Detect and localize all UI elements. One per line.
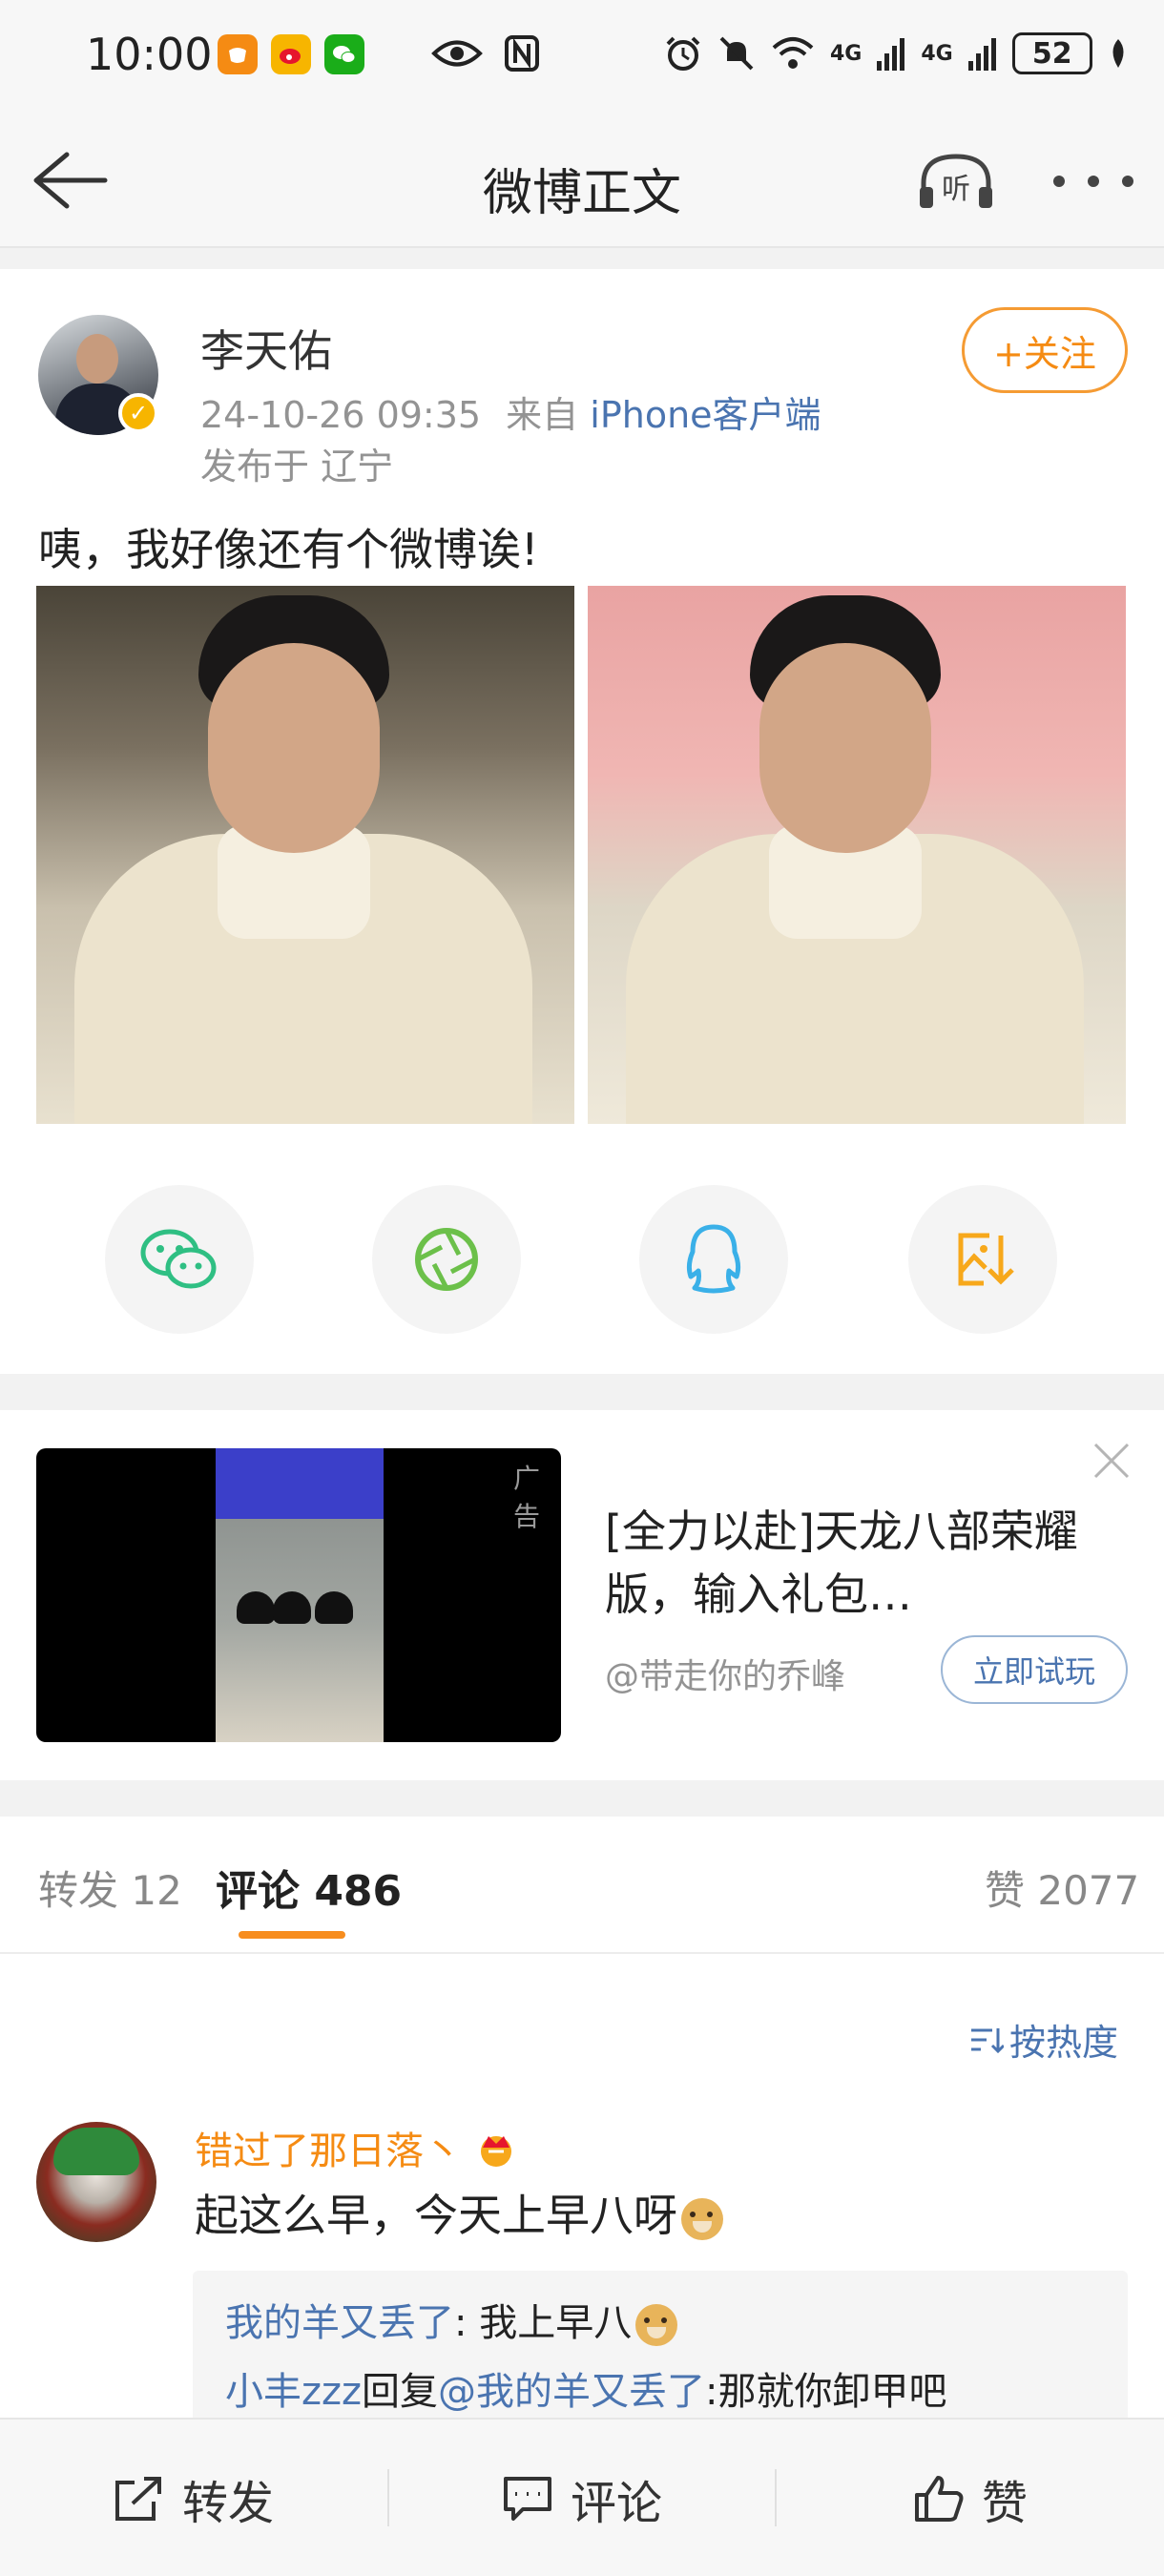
network-label-1: 4G (830, 41, 863, 66)
alarm-icon (666, 36, 700, 71)
comment-button[interactable]: 评论 (389, 2420, 775, 2576)
replies-box[interactable]: 我的羊又丢了: 我上早八 小丰zzz回复@我的羊又丢了:那就你卸甲吧 (193, 2271, 1128, 2423)
tab-comments[interactable]: 评论 486 (216, 1857, 402, 1918)
reply-line-2: 小丰zzz回复@我的羊又丢了:那就你卸甲吧 (225, 2360, 946, 2416)
nfc-icon (505, 35, 539, 72)
share-wechat-button[interactable] (105, 1185, 254, 1334)
verified-badge-icon: ✓ (118, 393, 158, 433)
reply-1-text: : 我上早八 (454, 2301, 633, 2345)
post-card: ✓ 李天佑 24-10-26 09:35 来自 iPhone客户端 发布于 辽宁… (0, 269, 1164, 1374)
status-notification-icons (218, 34, 364, 74)
reply-2-mid: 回复 (362, 2370, 438, 2414)
reply-2-mention[interactable]: @我的羊又丢了 (438, 2370, 705, 2414)
moments-shutter-icon (415, 1228, 478, 1291)
weibo-app-icon (271, 34, 311, 74)
reply-2-user[interactable]: 小丰zzz (225, 2370, 362, 2414)
close-icon[interactable] (1091, 1441, 1132, 1481)
bottom-toolbar: 转发 评论 赞 (0, 2418, 1164, 2576)
share-qq-button[interactable] (639, 1185, 788, 1334)
comment-body: 起这么早，今天上早八呀 (195, 2190, 677, 2241)
share-row (0, 1185, 1164, 1338)
tabs-row: 转发 12 评论 486 赞 2077 (0, 1817, 1164, 1954)
save-image-button[interactable] (908, 1185, 1057, 1334)
status-time: 10:00 (86, 29, 213, 80)
sort-icon (971, 2027, 1004, 2053)
like-label: 赞 (981, 2477, 1028, 2530)
taobao-app-icon (218, 34, 258, 74)
signal-icon-1 (877, 38, 905, 71)
ad-title[interactable]: [全力以赴]天龙八部荣耀版，输入礼包… (605, 1500, 1101, 1626)
thumbs-up-icon (914, 2476, 964, 2522)
ad-video-frame (216, 1448, 384, 1742)
reply-line-1: 我的羊又丢了: 我上早八 (225, 2292, 678, 2347)
comment-label: 评论 (570, 2477, 662, 2530)
source-prefix: 来自 (506, 394, 579, 436)
active-tab-indicator (239, 1931, 345, 1939)
commenter-name[interactable]: 错过了那日落丶 (195, 2120, 517, 2175)
wifi-icon (772, 37, 814, 69)
eye-icon (431, 40, 483, 67)
ad-tag: 广告 (513, 1463, 541, 1532)
like-button[interactable]: 赞 (777, 2420, 1164, 2576)
tab-reposts[interactable]: 转发 12 (38, 1859, 182, 1917)
share-out-icon (114, 2477, 161, 2521)
ad-thumbnail[interactable]: 广告 (36, 1448, 561, 1742)
reply-2-text: :那就你卸甲吧 (705, 2370, 947, 2414)
post-text: 咦，我好像还有个微博诶! (38, 524, 539, 575)
post-photo-1[interactable] (36, 586, 574, 1124)
sort-label: 按热度 (1009, 2022, 1119, 2064)
network-label-2: 4G (921, 41, 953, 66)
ad-account: @带走你的乔峰 (605, 1657, 846, 1696)
nav-bar: 微博正文 听 (0, 114, 1164, 248)
comment-bubble-icon (503, 2477, 551, 2521)
listen-headphones-icon[interactable]: 听 (916, 151, 996, 214)
ad-card[interactable]: 广告 [全力以赴]天龙八部荣耀版，输入礼包… @带走你的乔峰 立即试玩 (0, 1410, 1164, 1780)
post-location: 发布于 辽宁 (200, 446, 394, 488)
share-moments-button[interactable] (372, 1185, 521, 1334)
sort-by-hot-button[interactable]: 按热度 (969, 2013, 1118, 2066)
post-meta: 24-10-26 09:35 来自 iPhone客户端 (200, 385, 821, 438)
repost-label: 转发 (181, 2477, 274, 2530)
wechat-app-icon (324, 34, 364, 74)
comments-section: 转发 12 评论 486 赞 2077 按热度 错过了那日落丶 起这么早，今天上… (0, 1817, 1164, 2423)
post-photo-2[interactable] (588, 586, 1126, 1124)
signal-icon-2 (967, 38, 996, 71)
listen-label: 听 (942, 173, 970, 206)
battery-indicator: 52 (1011, 32, 1092, 74)
reply-1-user[interactable]: 我的羊又丢了 (225, 2301, 454, 2345)
status-right-icons: 4G 4G 52 (664, 32, 1129, 74)
status-system-icons (431, 34, 540, 73)
leaf-icon (1112, 39, 1124, 68)
follow-button[interactable]: +关注 (962, 307, 1128, 393)
doge-emoji-icon (635, 2304, 678, 2346)
doge-emoji-icon (681, 2197, 723, 2240)
mute-icon (719, 36, 754, 71)
repost-button[interactable]: 转发 (0, 2420, 387, 2576)
commenter-name-text: 错过了那日落丶 (195, 2129, 462, 2173)
author-name[interactable]: 李天佑 (200, 317, 332, 380)
qq-penguin-icon (686, 1224, 741, 1294)
more-options-icon[interactable] (1053, 153, 1133, 210)
save-image-icon (958, 1233, 1014, 1286)
crown-badge-icon (481, 2136, 511, 2167)
comment-text: 起这么早，今天上早八呀 (195, 2181, 723, 2244)
status-bar: 10:00 4G 4G 52 (0, 0, 1164, 114)
tab-likes[interactable]: 赞 2077 (985, 1859, 1139, 1917)
post-timestamp: 24-10-26 09:35 (200, 394, 482, 436)
commenter-avatar[interactable] (36, 2122, 156, 2242)
source-link[interactable]: iPhone客户端 (590, 394, 821, 436)
wechat-icon (140, 1229, 217, 1289)
ad-try-button[interactable]: 立即试玩 (941, 1635, 1128, 1704)
